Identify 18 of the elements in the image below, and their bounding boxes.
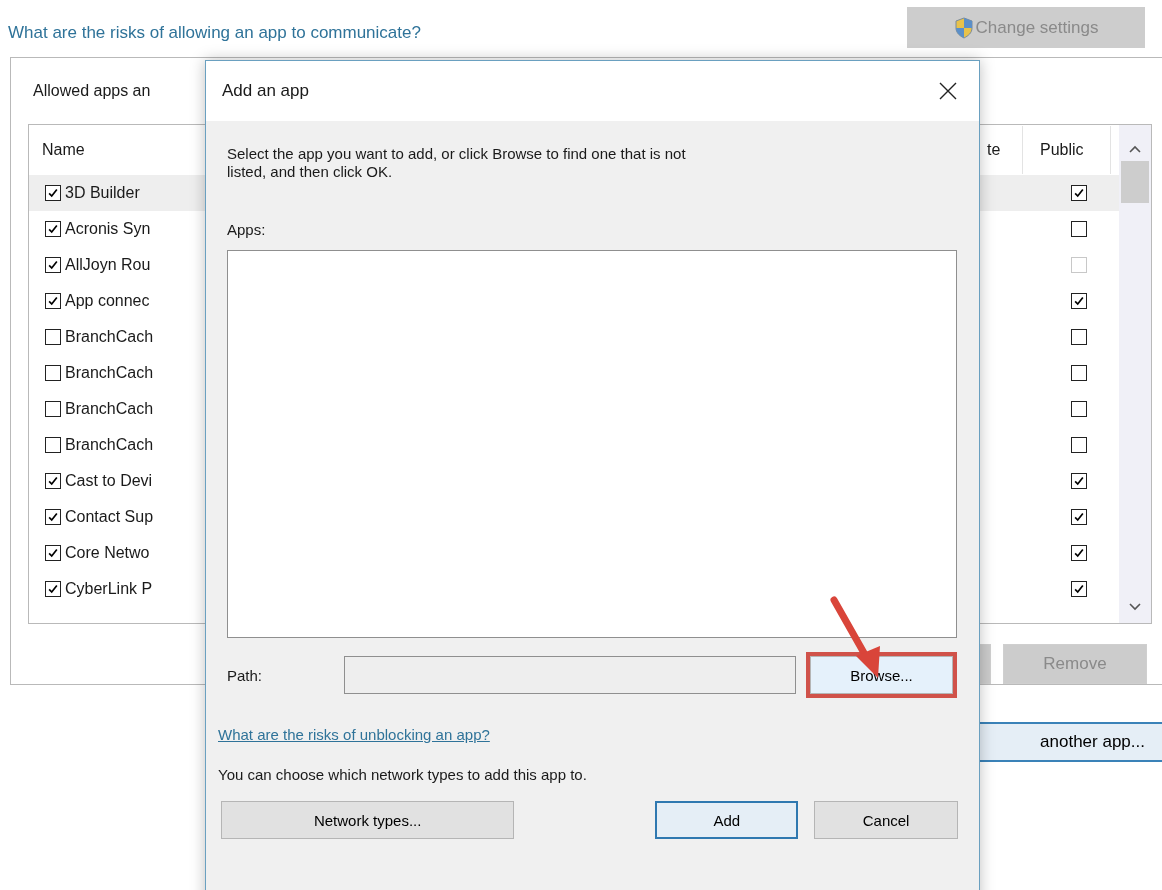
app-name: BranchCach bbox=[65, 400, 154, 418]
app-name: Acronis Syn bbox=[65, 220, 151, 238]
apps-label: Apps: bbox=[227, 221, 267, 238]
app-name: Contact Sup bbox=[65, 508, 154, 526]
app-name: CyberLink P bbox=[65, 580, 153, 598]
app-name: BranchCach bbox=[65, 328, 154, 346]
app-name: Core Netwo bbox=[65, 544, 150, 562]
network-types-note: You can choose which network types to add this app to. bbox=[218, 766, 588, 783]
dialog-title: Add an app bbox=[222, 81, 309, 101]
dialog-description: Select the app you want to add, or click Browse to find one that is not listed, and then click OK. bbox=[227, 145, 687, 181]
app-name: 3D Builder bbox=[65, 184, 140, 202]
app-name: App connec bbox=[65, 292, 150, 310]
app-name: Cast to Devi bbox=[65, 472, 153, 490]
app-name: AllJoyn Rou bbox=[65, 256, 151, 274]
panel-heading: Allowed apps an bbox=[32, 82, 151, 101]
app-name: BranchCach bbox=[65, 364, 154, 382]
app-name: BranchCach bbox=[65, 436, 154, 454]
path-label: Path: bbox=[227, 666, 264, 684]
